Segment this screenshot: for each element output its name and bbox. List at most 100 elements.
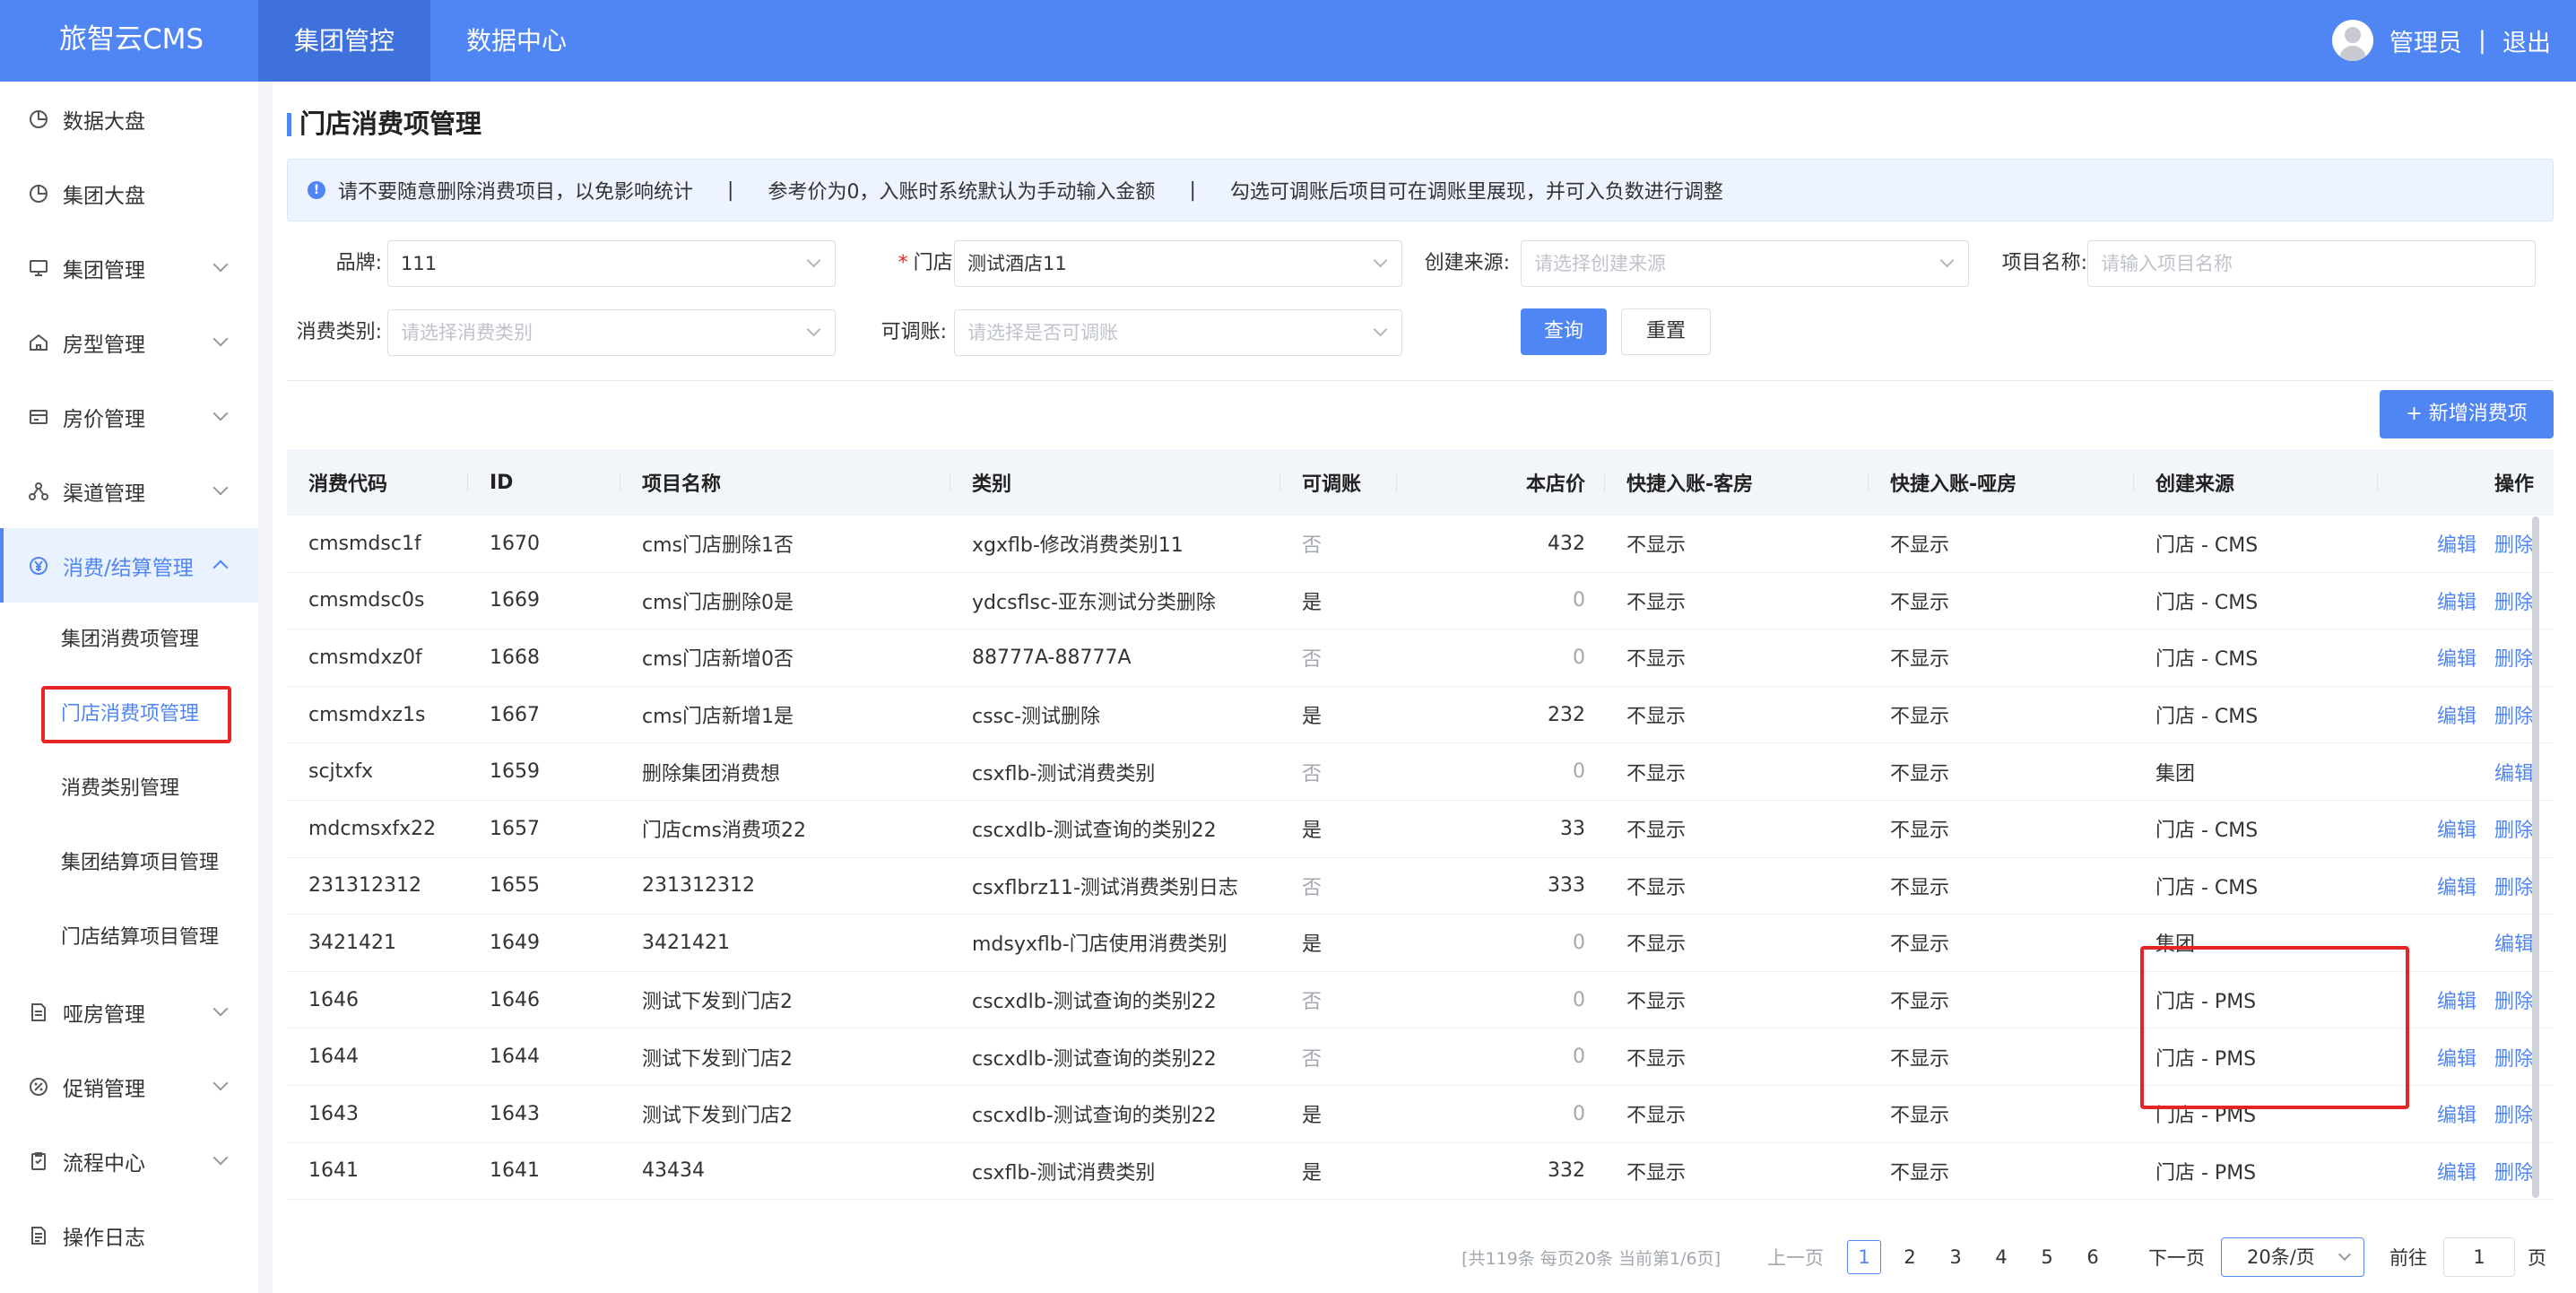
table-row: 1646 1646 测试下发到门店2 cscxdlb-测试查询的类别22 否 0 不显示 不显…: [287, 972, 2554, 1029]
sidebar-item-consumption-settlement[interactable]: 消费/结算管理: [0, 528, 258, 603]
delete-button[interactable]: 删除: [2494, 872, 2534, 900]
edit-button[interactable]: 编辑: [2437, 985, 2476, 1014]
cell-category: ydcsflsc-亚东测试分类删除: [972, 591, 1216, 614]
chevron-down-icon: [212, 1150, 229, 1166]
cell-actions: 编辑 删除: [2378, 801, 2554, 857]
sidebar-item-room-price[interactable]: 房价管理: [0, 379, 258, 454]
header-code: 消费代码: [287, 449, 468, 516]
cell-quick-dummy: 不显示: [1890, 1047, 1950, 1071]
source-select[interactable]: 请选择创建来源: [1521, 240, 1969, 287]
prev-page-button[interactable]: 上一页: [1767, 1244, 1824, 1271]
edit-button[interactable]: 编辑: [2437, 700, 2476, 729]
page-size-select[interactable]: 20条/页: [2221, 1237, 2364, 1277]
cell-name: 门店cms消费项22: [642, 820, 806, 843]
cell-actions: 编辑 删除: [2378, 629, 2554, 686]
edit-button[interactable]: 编辑: [2437, 643, 2476, 672]
reset-button[interactable]: 重置: [1621, 308, 1711, 355]
table-body: cmsmdsc1f 1670 cms门店删除1否 xgxflb-修改消费类别11 否 43…: [287, 516, 2554, 1201]
cell-actions: 编辑 删除: [2378, 972, 2554, 1028]
delete-button[interactable]: 删除: [2494, 1043, 2534, 1072]
header-id: ID: [468, 449, 620, 516]
cell-quick-room: 不显示: [1626, 991, 1687, 1014]
cell-price: 0: [1573, 760, 1585, 784]
edit-button[interactable]: 编辑: [2437, 1099, 2476, 1128]
brand-select[interactable]: 111: [387, 240, 836, 287]
table-row: 1644 1644 测试下发到门店2 cscxdlb-测试查询的类别22 否 0 不显示 不显…: [287, 1028, 2554, 1086]
cell-code: 3421421: [308, 931, 396, 954]
cell-quick-room: 不显示: [1626, 534, 1687, 558]
goto-page-input[interactable]: 1: [2443, 1237, 2515, 1277]
topnav-group-control[interactable]: 集团管控: [258, 0, 430, 82]
sidebar-item-data-dashboard[interactable]: 数据大盘: [0, 82, 258, 156]
sidebar-item-label: 流程中心: [63, 1151, 145, 1176]
cell-quick-dummy: 不显示: [1890, 933, 1950, 957]
sidebar-item-group-management[interactable]: 集团管理: [0, 230, 258, 305]
cell-code: 1646: [308, 988, 359, 1011]
avatar[interactable]: [2331, 20, 2373, 61]
topnav-data-center[interactable]: 数据中心: [430, 0, 603, 82]
cell-name: cms门店删除1否: [642, 534, 794, 558]
cell-price: 33: [1560, 817, 1585, 840]
edit-button[interactable]: 编辑: [2494, 758, 2534, 786]
page-button-6[interactable]: 6: [2076, 1240, 2110, 1274]
edit-button[interactable]: 编辑: [2437, 1043, 2476, 1072]
submenu-group-consumption[interactable]: 集团消费项管理: [0, 603, 258, 677]
submenu-consumption-category[interactable]: 消费类别管理: [0, 751, 258, 826]
cell-source: 门店 - CMS: [2155, 648, 2259, 672]
sidebar-item-dummy-room[interactable]: 哑房管理: [0, 975, 258, 1049]
logout-link[interactable]: 退出: [2502, 23, 2551, 58]
submenu-store-consumption[interactable]: 门店消费项管理: [0, 677, 258, 751]
sidebar-item-operation-log[interactable]: 操作日志: [0, 1198, 258, 1272]
store-label-text: 门店:: [913, 252, 959, 274]
notice-text: 参考价为0，入账时系统默认为手动输入金额: [768, 181, 1156, 204]
sidebar-item-channel[interactable]: 渠道管理: [0, 454, 258, 528]
delete-button[interactable]: 删除: [2494, 814, 2534, 843]
page-button-1[interactable]: 1: [1847, 1240, 1881, 1274]
category-select[interactable]: 请选择消费类别: [387, 309, 836, 356]
delete-button[interactable]: 删除: [2494, 643, 2534, 672]
delete-button[interactable]: 删除: [2494, 1157, 2534, 1185]
item-name-input[interactable]: 请输入项目名称: [2087, 240, 2536, 287]
table-scrollbar[interactable]: [2532, 516, 2539, 1198]
cell-id: 1655: [490, 874, 540, 898]
delete-button[interactable]: 删除: [2494, 985, 2534, 1014]
sidebar-item-promotion[interactable]: 促销管理: [0, 1049, 258, 1124]
page-button-5[interactable]: 5: [2030, 1240, 2064, 1274]
page-button-4[interactable]: 4: [1984, 1240, 2018, 1274]
page-button-3[interactable]: 3: [1939, 1240, 1973, 1274]
add-consumption-item-button[interactable]: + 新增消费项: [2380, 390, 2554, 438]
user-name[interactable]: 管理员: [2390, 23, 2462, 58]
adjustable-select[interactable]: 请选择是否可调账: [954, 309, 1402, 356]
cell-category: cscxdlb-测试查询的类别22: [972, 1105, 1217, 1128]
cell-code: 231312312: [308, 874, 421, 898]
chevron-down-icon: [212, 405, 229, 421]
page-button-2[interactable]: 2: [1893, 1240, 1927, 1274]
cell-adjustable: 否: [1302, 534, 1323, 558]
delete-button[interactable]: 删除: [2494, 586, 2534, 615]
table-row: 231312312 1655 231312312 csxflbrz11-测试消费类别日…: [287, 858, 2554, 916]
next-page-button[interactable]: 下一页: [2148, 1244, 2205, 1271]
cell-quick-room: 不显示: [1626, 762, 1687, 785]
query-button[interactable]: 查询: [1521, 308, 1607, 355]
edit-button[interactable]: 编辑: [2494, 928, 2534, 957]
cell-name: cms门店删除0是: [642, 591, 794, 614]
edit-button[interactable]: 编辑: [2437, 529, 2476, 558]
edit-button[interactable]: 编辑: [2437, 814, 2476, 843]
sidebar-item-workflow[interactable]: 流程中心: [0, 1124, 258, 1198]
edit-button[interactable]: 编辑: [2437, 586, 2476, 615]
cell-source: 门店 - PMS: [2155, 1161, 2257, 1185]
chevron-down-icon: [1939, 253, 1955, 268]
delete-button[interactable]: 删除: [2494, 1099, 2534, 1128]
sidebar-item-room-type[interactable]: 房型管理: [0, 305, 258, 379]
edit-button[interactable]: 编辑: [2437, 872, 2476, 900]
sidebar-item-label: 房型管理: [63, 333, 145, 357]
cell-price: 333: [1548, 874, 1585, 898]
submenu-group-settlement[interactable]: 集团结算项目管理: [0, 826, 258, 900]
submenu-store-settlement[interactable]: 门店结算项目管理: [0, 900, 258, 975]
cell-id: 1668: [490, 646, 540, 669]
delete-button[interactable]: 删除: [2494, 529, 2534, 558]
store-select[interactable]: 测试酒店11: [954, 240, 1402, 287]
sidebar-item-group-dashboard[interactable]: 集团大盘: [0, 156, 258, 230]
edit-button[interactable]: 编辑: [2437, 1157, 2476, 1185]
delete-button[interactable]: 删除: [2494, 700, 2534, 729]
